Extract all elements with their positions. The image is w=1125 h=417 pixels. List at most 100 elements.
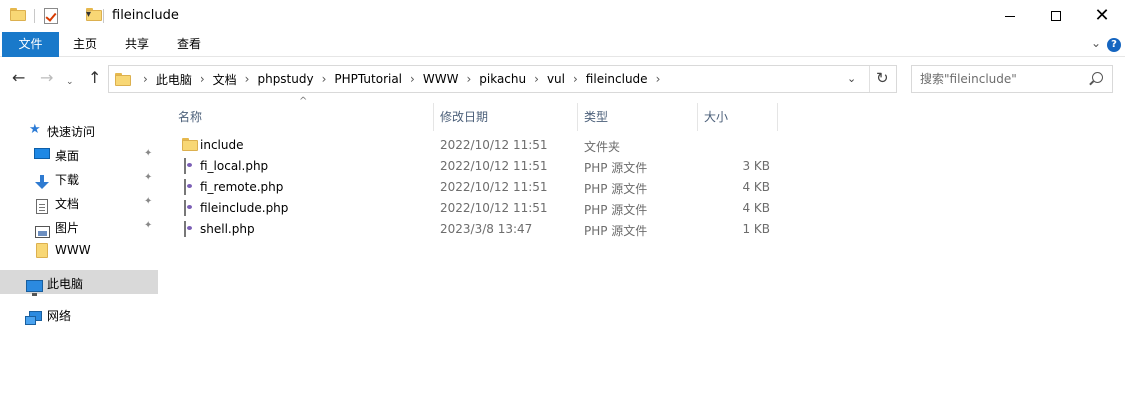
breadcrumb-chevron-icon[interactable]: › [410, 72, 415, 86]
column-divider[interactable] [697, 103, 698, 131]
breadcrumb-item[interactable]: 此电脑 [156, 71, 192, 88]
pin-icon[interactable]: ✦ [144, 148, 152, 159]
ribbon: 文件 主页 共享 查看 ⌄ ? [0, 32, 1125, 57]
documents-icon [36, 198, 48, 214]
navigation-bar: ← → ⌄ ↑ › 此电脑 › 文档 › phpstudy › PHPTutor… [0, 58, 1125, 100]
column-header-type[interactable]: 类型 [584, 108, 608, 128]
pin-icon[interactable]: ✦ [144, 172, 152, 183]
file-row[interactable]: fileinclude.php 2022/10/12 11:51 PHP 源文件… [178, 198, 778, 219]
up-arrow-icon[interactable]: ↑ [88, 70, 101, 86]
sidebar-item-documents[interactable]: 文档 ✦ [0, 190, 158, 214]
tab-share[interactable]: 共享 [114, 32, 160, 57]
sort-ascending-icon: ^ [299, 96, 308, 107]
breadcrumb-item[interactable]: WWW [423, 72, 459, 86]
close-button[interactable]: ✕ [1079, 0, 1125, 32]
breadcrumb-chevron-icon[interactable]: › [573, 72, 578, 86]
column-divider[interactable] [577, 103, 578, 131]
breadcrumb-item[interactable]: 文档 [213, 71, 237, 88]
address-divider [869, 66, 870, 92]
network-icon [25, 311, 42, 325]
sidebar-item-desktop[interactable]: 桌面 ✦ [0, 142, 158, 166]
properties-icon[interactable] [44, 8, 58, 24]
search-input[interactable] [920, 71, 1080, 87]
breadcrumb-item[interactable]: fileinclude [586, 72, 648, 86]
file-list: ^ 名称 修改日期 类型 大小 include 2022/10/12 11:51… [160, 96, 1125, 417]
minimize-button[interactable] [987, 0, 1033, 32]
sidebar-item-label: 网络 [47, 309, 72, 323]
breadcrumb-item[interactable]: vul [547, 72, 565, 86]
close-icon: ✕ [1094, 5, 1110, 26]
tab-home[interactable]: 主页 [62, 32, 108, 57]
column-divider[interactable] [433, 103, 434, 131]
file-type: PHP 源文件 [584, 224, 648, 238]
address-bar[interactable]: › 此电脑 › 文档 › phpstudy › PHPTutorial › WW… [108, 65, 897, 93]
navigation-pane: ★ 快速访问 桌面 ✦ 下载 ✦ 文档 ✦ 图片 ✦ WWW 此电脑 网络 [0, 116, 160, 417]
file-row[interactable]: fi_remote.php 2022/10/12 11:51 PHP 源文件 4… [178, 177, 778, 198]
file-date: 2022/10/12 11:51 [440, 159, 548, 173]
file-row[interactable]: shell.php 2023/3/8 13:47 PHP 源文件 1 KB [178, 219, 778, 240]
forward-arrow-icon[interactable]: → [40, 70, 53, 86]
customize-quick-access-icon[interactable]: ▾ [86, 9, 91, 20]
folder-icon [182, 138, 198, 151]
search-box[interactable] [911, 65, 1113, 93]
file-type: 文件夹 [584, 140, 621, 154]
pin-icon[interactable]: ✦ [144, 196, 152, 207]
tab-view[interactable]: 查看 [166, 32, 212, 57]
file-size: 3 KB [742, 159, 770, 173]
breadcrumb-chevron-icon[interactable]: › [466, 72, 471, 86]
breadcrumb-chevron-icon[interactable]: › [200, 72, 205, 86]
breadcrumb: › 此电脑 › 文档 › phpstudy › PHPTutorial › WW… [135, 66, 668, 92]
sidebar-item-network[interactable]: 网络 [0, 302, 158, 326]
breadcrumb-chevron-icon[interactable]: › [245, 72, 250, 86]
back-arrow-icon[interactable]: ← [12, 70, 25, 86]
sidebar-item-label: WWW [55, 243, 91, 257]
file-name: fi_local.php [200, 159, 269, 173]
recent-locations-icon[interactable]: ⌄ [66, 74, 74, 90]
sidebar-item-label: 下载 [55, 173, 80, 187]
folder-icon [10, 8, 26, 21]
star-icon: ★ [29, 122, 41, 137]
sidebar-item-label: 此电脑 [47, 277, 84, 291]
breadcrumb-chevron-icon[interactable]: › [143, 72, 148, 86]
desktop-icon [34, 148, 50, 159]
sidebar-item-quick-access[interactable]: ★ 快速访问 [0, 118, 158, 142]
file-row[interactable]: fi_local.php 2022/10/12 11:51 PHP 源文件 3 … [178, 156, 778, 177]
sidebar-item-pictures[interactable]: 图片 ✦ [0, 214, 158, 238]
address-history-icon[interactable]: ⌄ [847, 72, 856, 85]
breadcrumb-chevron-icon[interactable]: › [656, 72, 661, 86]
column-header-size[interactable]: 大小 [704, 108, 728, 128]
sidebar-item-label: 桌面 [55, 149, 80, 163]
php-file-icon [184, 158, 186, 174]
expand-ribbon-icon[interactable]: ⌄ [1091, 36, 1101, 50]
maximize-button[interactable] [1033, 0, 1079, 32]
column-header-date[interactable]: 修改日期 [440, 108, 488, 128]
breadcrumb-item[interactable]: PHPTutorial [334, 72, 402, 86]
file-type: PHP 源文件 [584, 182, 648, 196]
folder-icon [115, 73, 131, 86]
title-bar: ▾ fileinclude ✕ [0, 0, 1125, 32]
php-file-icon [184, 179, 186, 195]
breadcrumb-chevron-icon[interactable]: › [534, 72, 539, 86]
file-date: 2022/10/12 11:51 [440, 201, 548, 215]
file-date: 2022/10/12 11:51 [440, 180, 548, 194]
this-pc-icon [26, 280, 43, 296]
tab-file[interactable]: 文件 [2, 32, 59, 57]
file-type: PHP 源文件 [584, 161, 648, 175]
search-icon[interactable] [1092, 72, 1103, 83]
sidebar-item-www[interactable]: WWW [0, 238, 158, 262]
minimize-icon [1005, 15, 1015, 17]
title-separator [103, 9, 104, 23]
breadcrumb-chevron-icon[interactable]: › [322, 72, 327, 86]
file-name: fileinclude.php [200, 201, 289, 215]
sidebar-item-downloads[interactable]: 下载 ✦ [0, 166, 158, 190]
refresh-icon[interactable]: ↻ [876, 69, 889, 87]
sidebar-item-this-pc[interactable]: 此电脑 [0, 270, 158, 296]
breadcrumb-item[interactable]: phpstudy [257, 72, 313, 86]
breadcrumb-item[interactable]: pikachu [479, 72, 526, 86]
column-divider[interactable] [777, 103, 778, 131]
help-icon[interactable]: ? [1107, 38, 1121, 52]
sidebar-item-label: 快速访问 [47, 125, 96, 139]
pin-icon[interactable]: ✦ [144, 220, 152, 231]
file-row[interactable]: include 2022/10/12 11:51 文件夹 [178, 135, 778, 156]
column-header-name[interactable]: 名称 [178, 108, 202, 128]
